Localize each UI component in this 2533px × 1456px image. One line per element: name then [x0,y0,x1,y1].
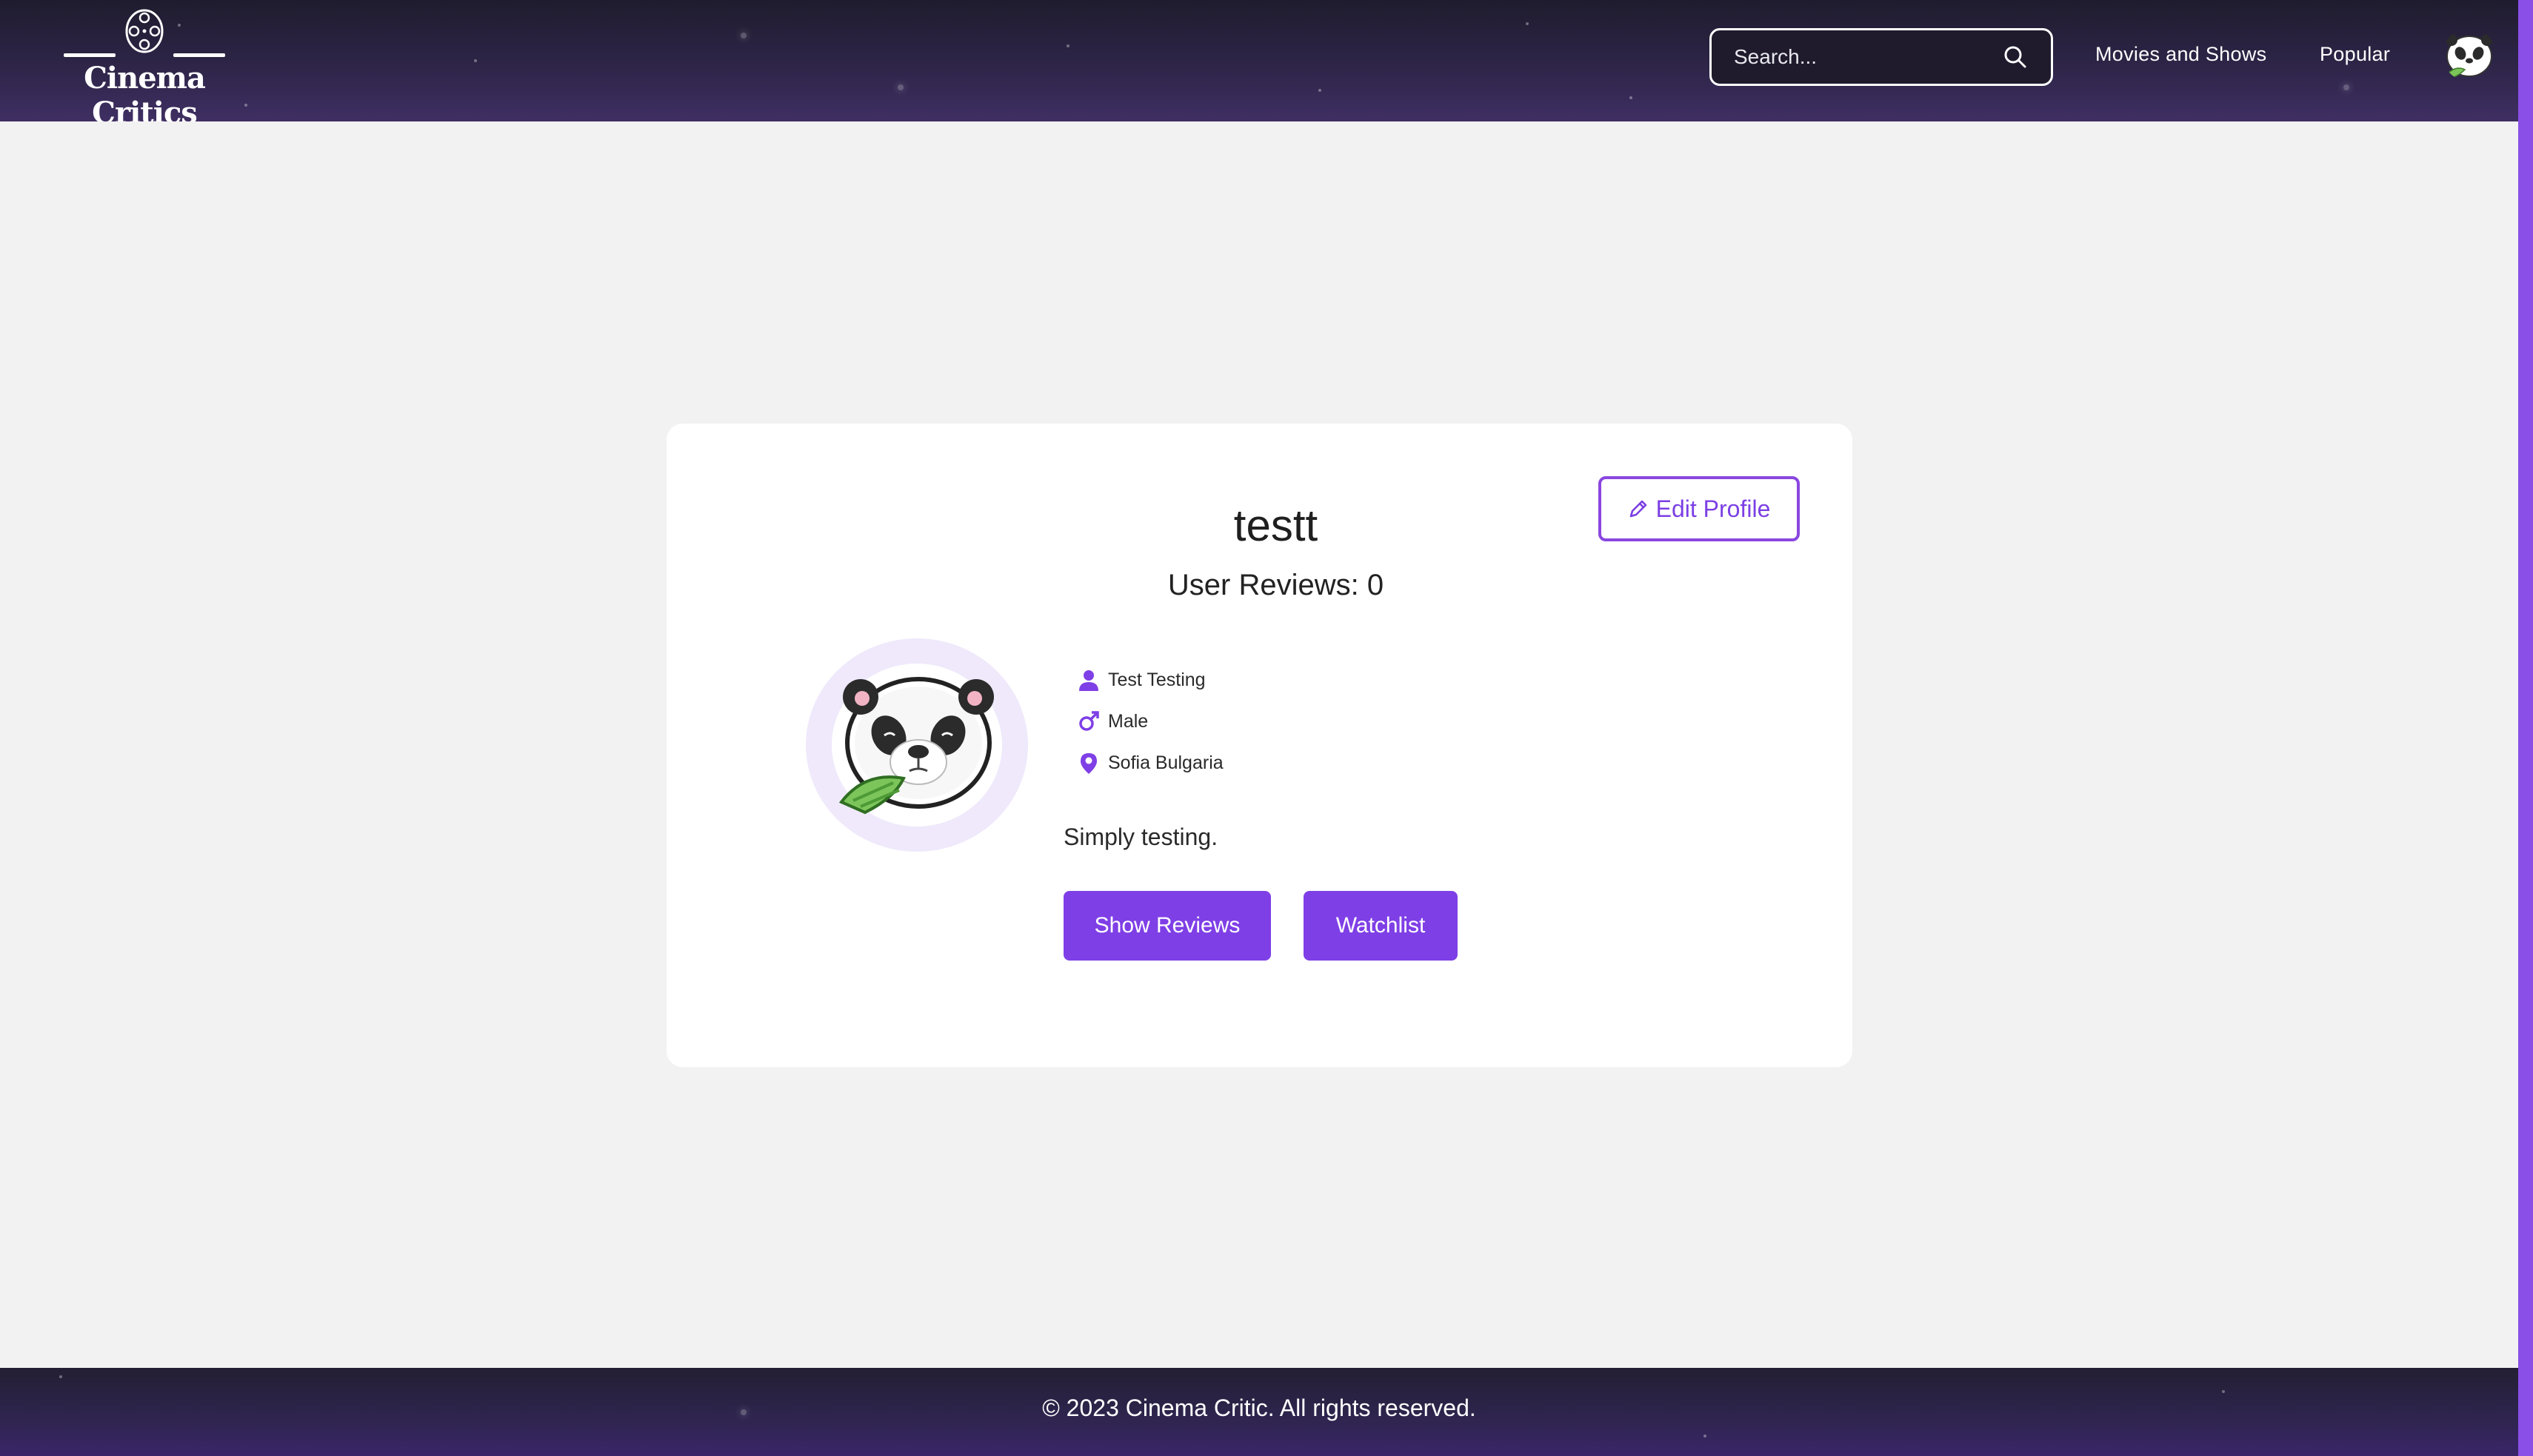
scrollbar-track[interactable] [2518,0,2533,1456]
reviews-number: 0 [1366,569,1384,601]
gender-text: Male [1108,710,1149,732]
brand-logo[interactable]: Cinema Critics [52,7,237,121]
panda-avatar-icon [838,677,994,815]
search-box[interactable] [1709,28,2053,86]
watchlist-label: Watchlist [1335,913,1426,938]
profile-avatar [806,638,1028,852]
user-reviews-count: User Reviews: 0 [667,569,1852,602]
male-icon [1077,709,1101,733]
star-decoration [2222,1390,2225,1393]
film-reel-icon [125,9,164,53]
brand-name: Cinema Critics [84,61,206,121]
show-reviews-label: Show Reviews [1094,913,1241,938]
star-decoration [474,59,477,62]
info-gender: Male [1077,709,1148,733]
star-decoration [741,33,747,39]
profile-bio: Simply testing. [1064,824,1218,850]
user-avatar-button[interactable] [2443,28,2496,81]
info-location: Sofia Bulgaria [1077,751,1224,775]
page-footer: © 2023 Cinema Critic. All rights reserve… [0,1368,2518,1456]
star-decoration [244,104,247,107]
copyright-text: © 2023 Cinema Critic. All rights reserve… [1042,1395,1476,1421]
panda-avatar-icon [2446,34,2493,79]
top-navbar: Cinema Critics Movies and Shows Popular [0,0,2518,121]
star-decoration [2343,84,2349,90]
location-text: Sofia Bulgaria [1108,752,1224,773]
watchlist-button[interactable]: Watchlist [1304,891,1458,961]
star-decoration [59,1375,62,1378]
logo-line-left [64,53,116,57]
star-decoration [1067,44,1069,47]
search-icon[interactable] [2002,44,2029,70]
logo-line-right [173,53,225,57]
map-pin-icon [1077,751,1101,775]
profile-username: testt [1233,501,1318,550]
info-full-name: Test Testing [1077,668,1206,692]
star-decoration [1703,1435,1706,1437]
show-reviews-button[interactable]: Show Reviews [1064,891,1271,961]
search-input[interactable] [1734,45,2002,69]
nav-link-movies-and-shows[interactable]: Movies and Shows [2095,43,2266,66]
profile-card: Edit Profile testt User Reviews: 0 Test … [667,424,1852,1067]
nav-link-popular[interactable]: Popular [2320,43,2390,66]
star-decoration [1526,22,1529,25]
reviews-label: User Reviews: [1167,569,1359,601]
star-decoration [1629,96,1632,99]
star-decoration [898,84,904,90]
user-icon [1077,668,1101,692]
star-decoration [1318,89,1321,92]
full-name-text: Test Testing [1108,669,1206,690]
